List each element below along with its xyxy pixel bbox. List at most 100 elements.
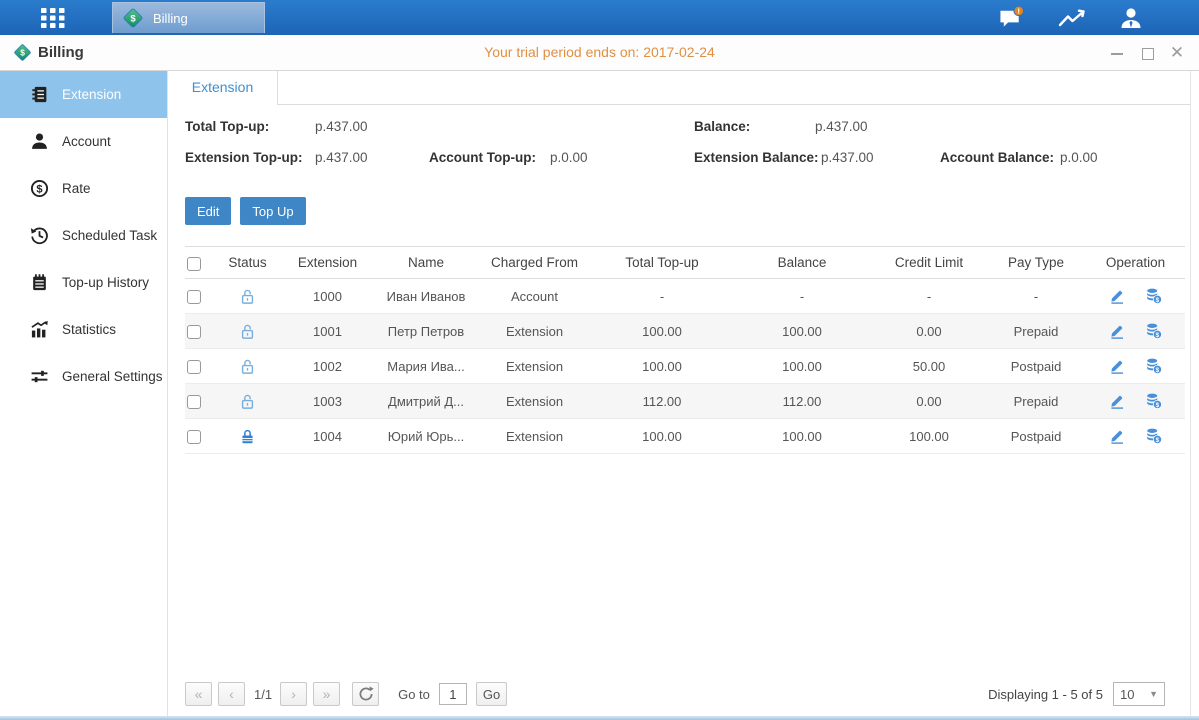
row-checkbox[interactable]: [187, 290, 201, 304]
extension-topup-label: Extension Top-up:: [185, 150, 303, 165]
goto-page-input[interactable]: [439, 683, 467, 705]
user-icon[interactable]: [1118, 6, 1145, 31]
svg-text:!: !: [1017, 7, 1020, 16]
cell-pay-type: -: [986, 279, 1086, 314]
edit-button[interactable]: Edit: [185, 197, 231, 225]
page-size-select[interactable]: 10 ▼: [1113, 682, 1165, 706]
chat-bubble-icon[interactable]: !: [998, 6, 1025, 31]
taskbar-tab-billing[interactable]: $ Billing: [112, 2, 265, 33]
line-chart-icon[interactable]: [1058, 8, 1085, 33]
row-checkbox[interactable]: [187, 395, 201, 409]
top-up-extension-button[interactable]: $: [1145, 392, 1163, 410]
page-size-value: 10: [1120, 687, 1134, 702]
maximize-icon[interactable]: [1139, 45, 1155, 61]
cell-extension: 1003: [280, 384, 375, 419]
sidebar-item-general-settings[interactable]: General Settings: [0, 353, 167, 400]
sidebar-item-label: Extension: [62, 87, 121, 102]
account-balance-label: Account Balance:: [940, 150, 1054, 165]
row-checkbox[interactable]: [187, 325, 201, 339]
prev-page-button[interactable]: ‹: [218, 682, 245, 706]
go-button[interactable]: Go: [476, 682, 507, 706]
bar-chart-icon: [30, 320, 49, 339]
total-topup-label: Total Top-up:: [185, 119, 269, 134]
sidebar-item-label: Top-up History: [62, 275, 149, 290]
svg-text:$: $: [1156, 402, 1160, 409]
edit-extension-button[interactable]: [1108, 322, 1126, 340]
cell-name: Дмитрий Д...: [375, 384, 477, 419]
cell-balance: 100.00: [732, 349, 872, 384]
total-topup-value: p.437.00: [315, 119, 368, 134]
tab-extension[interactable]: Extension: [168, 71, 278, 105]
cell-extension: 1004: [280, 419, 375, 454]
svg-text:$: $: [1156, 297, 1160, 304]
sidebar-item-statistics[interactable]: Statistics: [0, 306, 167, 353]
select-all-checkbox[interactable]: [187, 257, 201, 271]
svg-text:$: $: [1156, 332, 1160, 339]
extensions-table: StatusExtensionNameCharged FromTotal Top…: [185, 246, 1185, 454]
cell-pay-type: Postpaid: [986, 419, 1086, 454]
sidebar-item-topup-history[interactable]: Top-up History: [0, 259, 167, 306]
sidebar-item-rate[interactable]: $Rate: [0, 165, 167, 212]
chevron-down-icon: ▼: [1149, 689, 1158, 699]
table-body: 1000Иван ИвановAccount----$1001Петр Петр…: [185, 279, 1185, 454]
main-content: Extension Total Top-up: p.437.00 Balance…: [168, 71, 1191, 716]
balance-label: Balance:: [694, 119, 750, 134]
sidebar: Extension Account $Rate Scheduled Task Top-u…: [0, 71, 168, 716]
notebook-icon: [30, 273, 49, 292]
svg-text:$: $: [1156, 367, 1160, 374]
cell-pay-type: Postpaid: [986, 349, 1086, 384]
sidebar-item-label: Scheduled Task: [62, 228, 157, 243]
edit-extension-button[interactable]: [1108, 392, 1126, 410]
first-page-button[interactable]: «: [185, 682, 212, 706]
cell-charged-from: Extension: [477, 384, 592, 419]
column-header: Total Top-up: [592, 247, 732, 279]
minimize-icon[interactable]: [1109, 45, 1125, 61]
column-header: Name: [375, 247, 477, 279]
sliders-icon: [30, 367, 49, 386]
account-topup-value: p.0.00: [550, 150, 588, 165]
cell-balance: 112.00: [732, 384, 872, 419]
account-topup-label: Account Top-up:: [429, 150, 536, 165]
ledger-icon: [30, 85, 49, 104]
cell-extension: 1000: [280, 279, 375, 314]
sidebar-item-label: Rate: [62, 181, 91, 196]
locked-icon: [239, 428, 256, 445]
billing-diamond-icon: $: [122, 7, 144, 29]
cell-credit-limit: 100.00: [872, 419, 986, 454]
sidebar-item-label: General Settings: [62, 369, 163, 384]
edit-extension-button[interactable]: [1108, 427, 1126, 445]
sidebar-item-account[interactable]: Account: [0, 118, 167, 165]
refresh-icon[interactable]: [352, 682, 379, 706]
cell-pay-type: Prepaid: [986, 384, 1086, 419]
top-up-extension-button[interactable]: $: [1145, 427, 1163, 445]
next-page-button[interactable]: ›: [280, 682, 307, 706]
edit-extension-button[interactable]: [1108, 287, 1126, 305]
sidebar-item-scheduled-task[interactable]: Scheduled Task: [0, 212, 167, 259]
sidebar-item-label: Account: [62, 134, 111, 149]
table-row: 1003Дмитрий Д...Extension112.00112.000.0…: [185, 384, 1185, 419]
last-page-button[interactable]: »: [313, 682, 340, 706]
app-grid-icon[interactable]: [35, 7, 71, 29]
taskbar-tab-label: Billing: [153, 11, 188, 26]
close-icon[interactable]: ✕: [1169, 45, 1185, 61]
edit-extension-button[interactable]: [1108, 357, 1126, 375]
cell-name: Иван Иванов: [375, 279, 477, 314]
column-header: Pay Type: [986, 247, 1086, 279]
balance-summary: Total Top-up: p.437.00 Balance: p.437.00…: [168, 105, 1190, 184]
main-menu-bar: $ Billing !: [0, 0, 1199, 35]
top-up-extension-button[interactable]: $: [1145, 322, 1163, 340]
top-up-extension-button[interactable]: $: [1145, 287, 1163, 305]
top-up-button[interactable]: Top Up: [240, 197, 305, 225]
tab-bar: Extension: [168, 71, 1190, 105]
cell-credit-limit: 0.00: [872, 314, 986, 349]
window-header: $ Billing Your trial period ends on: 201…: [0, 35, 1199, 71]
sidebar-item-extension[interactable]: Extension: [0, 71, 167, 118]
trial-notice: Your trial period ends on: 2017-02-24: [0, 44, 1199, 60]
cell-name: Мария Ива...: [375, 349, 477, 384]
top-up-extension-button[interactable]: $: [1145, 357, 1163, 375]
row-checkbox[interactable]: [187, 360, 201, 374]
unlocked-icon: [239, 393, 256, 410]
cell-extension: 1002: [280, 349, 375, 384]
row-checkbox[interactable]: [187, 430, 201, 444]
displaying-range: Displaying 1 - 5 of 5: [988, 687, 1103, 702]
